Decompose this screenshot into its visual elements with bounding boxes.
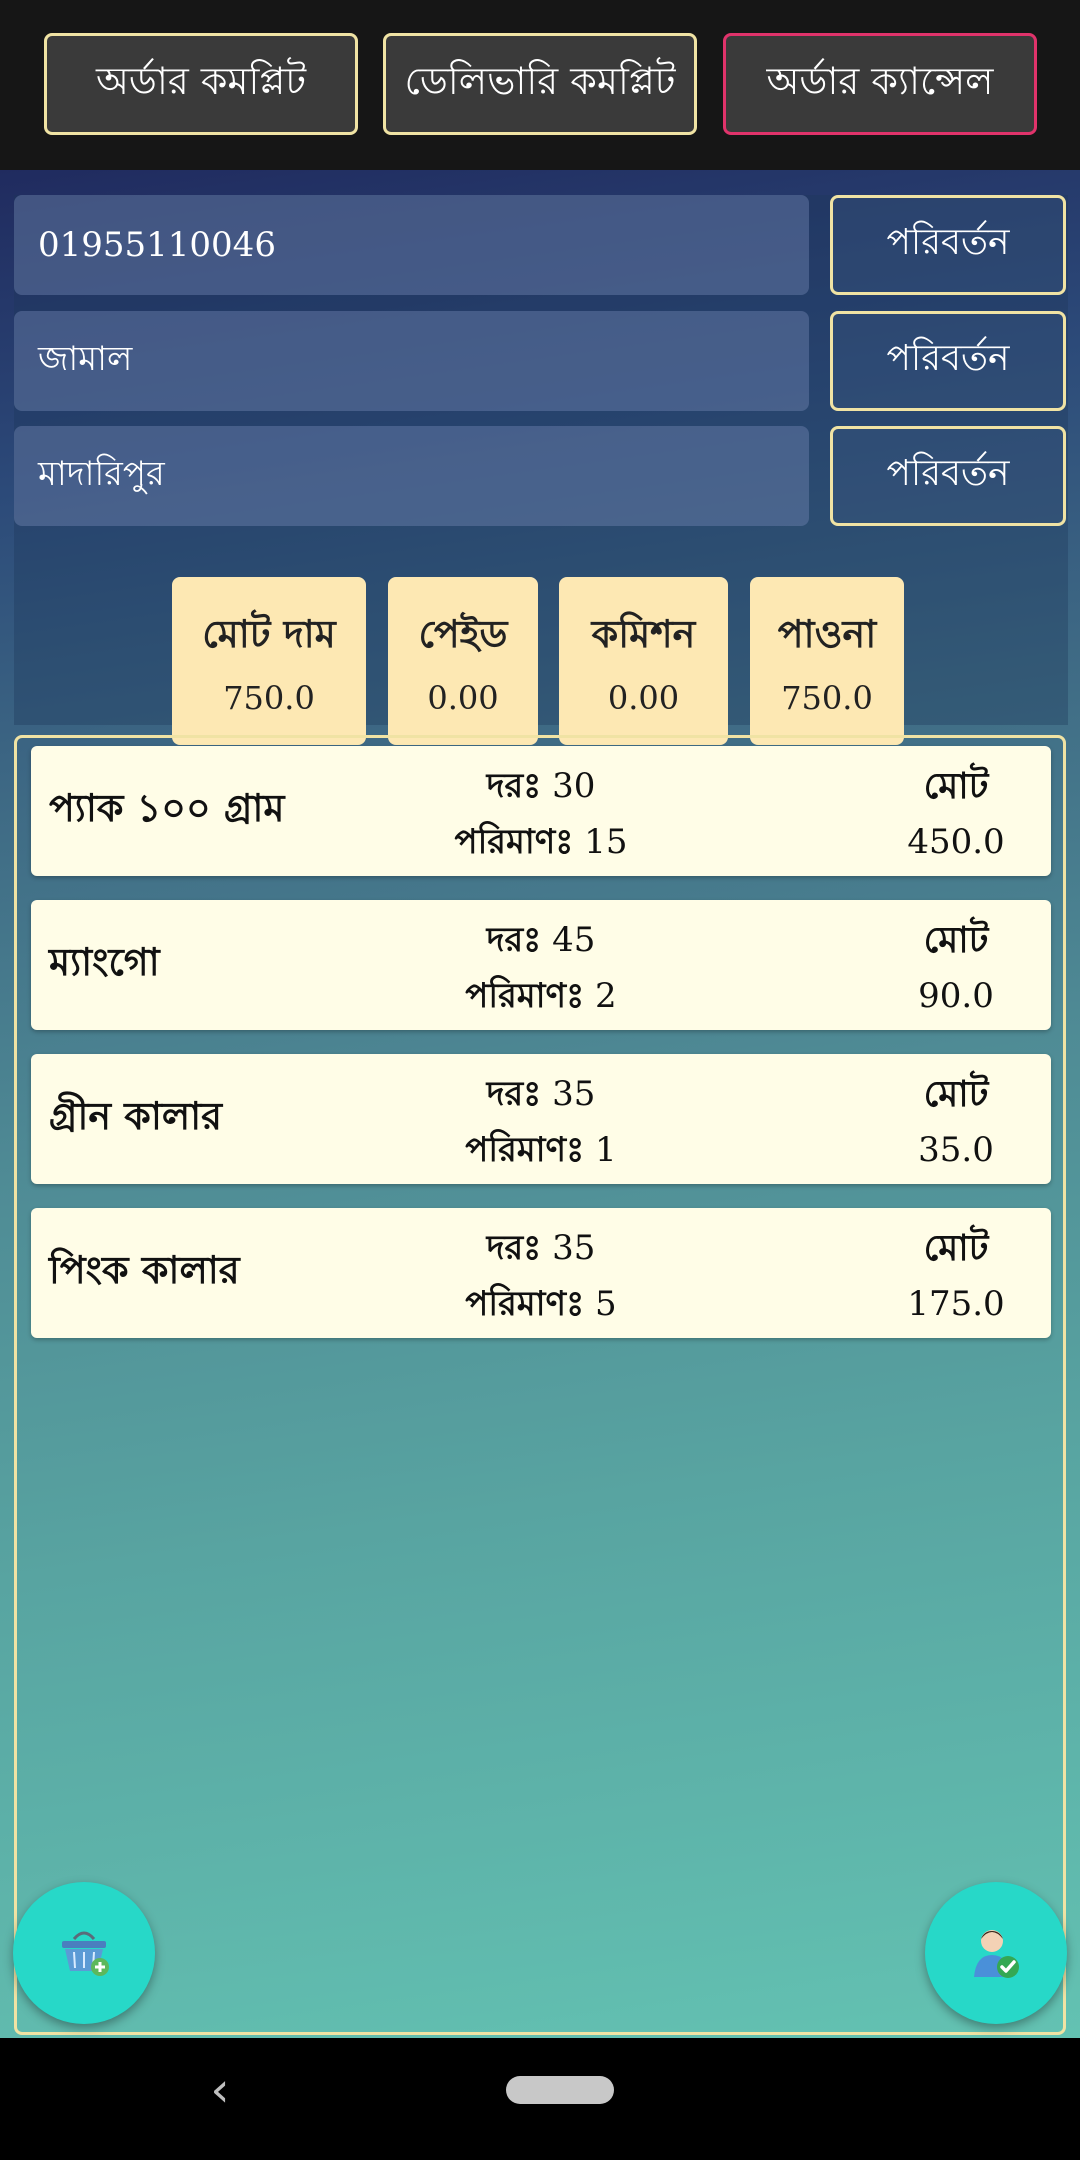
total-price-value: 750.0: [223, 679, 315, 717]
item-rate: 35: [552, 1228, 596, 1268]
item-total-block: মোট 175.0: [881, 1220, 1031, 1332]
phone-field[interactable]: 01955110046: [14, 195, 809, 295]
item-total-block: মোট 35.0: [881, 1066, 1031, 1178]
list-item[interactable]: প্যাক ১০০ গ্রাম দরঃ 30 পরিমাণঃ 15 মোট 45…: [31, 746, 1051, 876]
item-rate: 45: [552, 920, 596, 960]
item-quantity: 1: [595, 1130, 617, 1170]
change-name-button[interactable]: পরিবর্তন: [830, 311, 1066, 411]
order-complete-button[interactable]: অর্ডার কমপ্লিট: [44, 33, 358, 135]
item-rate: 35: [552, 1074, 596, 1114]
change-address-button[interactable]: পরিবর্তন: [830, 426, 1066, 526]
item-quantity: 15: [584, 822, 628, 862]
customer-info-panel: 01955110046 পরিবর্তন জামাল পরিবর্তন মাদা…: [14, 195, 1068, 745]
list-item[interactable]: ম্যাংগো দরঃ 45 পরিমাণঃ 2 মোট 90.0: [31, 900, 1051, 1030]
rate-label: দরঃ: [486, 1074, 542, 1114]
commission-value: 0.00: [607, 679, 680, 717]
item-rate-quantity: দরঃ 30 পরিমাণঃ 15: [391, 758, 691, 870]
due-card: পাওনা 750.0: [750, 577, 904, 745]
item-total-block: মোট 450.0: [881, 758, 1031, 870]
order-detail-screen: অর্ডার কমপ্লিট ডেলিভারি কমপ্লিট অর্ডার ক…: [0, 0, 1080, 2160]
item-name: পিংক কালার: [49, 1247, 240, 1292]
list-item[interactable]: গ্রীন কালার দরঃ 35 পরিমাণঃ 1 মোট 35.0: [31, 1054, 1051, 1184]
back-chevron-icon[interactable]: ‹: [200, 2060, 240, 2120]
commission-card: কমিশন 0.00: [559, 577, 728, 745]
home-pill[interactable]: [506, 2076, 614, 2104]
total-label: মোট: [923, 1073, 989, 1115]
paid-card: পেইড 0.00: [388, 577, 538, 745]
item-name: প্যাক ১০০ গ্রাম: [49, 785, 285, 830]
add-to-basket-button[interactable]: [13, 1882, 155, 2024]
quantity-label: পরিমাণঃ: [465, 1284, 585, 1324]
item-rate-quantity: দরঃ 45 পরিমাণঃ 2: [391, 912, 691, 1024]
change-phone-button[interactable]: পরিবর্তন: [830, 195, 1066, 295]
total-price-card: মোট দাম 750.0: [172, 577, 366, 745]
address-field[interactable]: মাদারিপুর: [14, 426, 809, 526]
top-action-bar: অর্ডার কমপ্লিট ডেলিভারি কমপ্লিট অর্ডার ক…: [0, 0, 1080, 170]
quantity-label: পরিমাণঃ: [465, 976, 585, 1016]
item-quantity: 2: [595, 976, 617, 1016]
item-total: 450.0: [907, 822, 1005, 862]
item-total-block: মোট 90.0: [881, 912, 1031, 1024]
main-content: 01955110046 পরিবর্তন জামাল পরিবর্তন মাদা…: [0, 170, 1080, 2038]
item-rate: 30: [552, 766, 596, 806]
commission-label: কমিশন: [591, 611, 696, 656]
item-rate-quantity: দরঃ 35 পরিমাণঃ 1: [391, 1066, 691, 1178]
item-quantity: 5: [595, 1284, 617, 1324]
rate-label: দরঃ: [486, 920, 542, 960]
delivery-complete-button[interactable]: ডেলিভারি কমপ্লিট: [383, 33, 697, 135]
system-nav-bar: ‹: [0, 2038, 1080, 2160]
item-name: ম্যাংগো: [49, 939, 160, 984]
due-label: পাওনা: [777, 611, 877, 656]
total-price-label: মোট দাম: [202, 611, 336, 656]
item-name: গ্রীন কালার: [49, 1093, 223, 1138]
user-check-icon: [974, 1930, 1019, 1978]
quantity-label: পরিমাণঃ: [454, 822, 574, 862]
order-cancel-button[interactable]: অর্ডার ক্যান্সেল: [723, 33, 1037, 135]
customer-confirm-button[interactable]: [925, 1882, 1067, 2024]
order-items-list: প্যাক ১০০ গ্রাম দরঃ 30 পরিমাণঃ 15 মোট 45…: [14, 735, 1066, 2035]
due-value: 750.0: [781, 679, 873, 717]
item-total: 35.0: [918, 1130, 994, 1170]
item-total: 90.0: [918, 976, 994, 1016]
name-field[interactable]: জামাল: [14, 311, 809, 411]
basket-add-icon: [62, 1931, 109, 1976]
total-label: মোট: [923, 765, 989, 807]
rate-label: দরঃ: [486, 1228, 542, 1268]
total-label: মোট: [923, 1227, 989, 1269]
list-item[interactable]: পিংক কালার দরঃ 35 পরিমাণঃ 5 মোট 175.0: [31, 1208, 1051, 1338]
paid-value: 0.00: [427, 679, 499, 717]
item-rate-quantity: দরঃ 35 পরিমাণঃ 5: [391, 1220, 691, 1332]
quantity-label: পরিমাণঃ: [465, 1130, 585, 1170]
rate-label: দরঃ: [486, 766, 542, 806]
item-total: 175.0: [907, 1284, 1005, 1324]
total-label: মোট: [923, 919, 989, 961]
paid-label: পেইড: [418, 611, 508, 656]
